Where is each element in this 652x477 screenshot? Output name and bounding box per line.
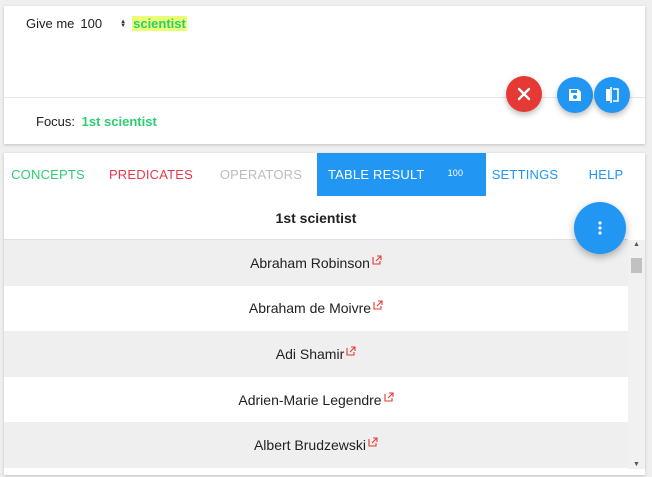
result-count-badge: 100 <box>447 167 464 178</box>
table-row[interactable]: Abraham de Moivre <box>4 285 628 332</box>
focus-label: Focus: <box>36 114 76 129</box>
close-icon <box>517 87 531 101</box>
save-button[interactable] <box>557 77 593 113</box>
more-menu-button[interactable] <box>574 202 626 254</box>
external-link-icon[interactable] <box>373 300 383 310</box>
scroll-thumb[interactable] <box>631 258 642 273</box>
save-icon <box>569 89 581 101</box>
tab-operators[interactable]: OPERATORS <box>214 153 308 196</box>
query-panel: Give me 100 ▲ ▼ scientist Focus: 1st sci… <box>4 6 645 144</box>
tab-table-result-label: TABLE RESULT <box>328 167 425 182</box>
scrollbar[interactable]: ▲ ▼ <box>628 240 645 469</box>
external-link-icon[interactable] <box>384 392 394 402</box>
tab-help[interactable]: HELP <box>582 153 630 196</box>
focus-value[interactable]: 1st scientist <box>82 114 157 129</box>
external-link-icon[interactable] <box>372 255 382 265</box>
stepper-down-icon[interactable]: ▼ <box>120 23 128 29</box>
row-label[interactable]: Adi Shamir <box>276 346 344 362</box>
tab-bar: CONCEPTS PREDICATES OPERATORS TABLE RESU… <box>4 153 645 196</box>
tab-predicates[interactable]: PREDICATES <box>104 153 198 196</box>
table-row[interactable]: Adi Shamir <box>4 331 628 377</box>
concept-chip[interactable]: scientist <box>132 16 187 31</box>
table-row[interactable]: Adrien-Marie Legendre <box>4 376 628 423</box>
query-row: Give me 100 ▲ ▼ scientist <box>26 16 187 31</box>
row-label[interactable]: Adrien-Marie Legendre <box>238 392 381 408</box>
quantity-stepper[interactable]: ▲ ▼ <box>120 19 128 29</box>
more-vert-icon <box>598 221 602 235</box>
divider <box>4 97 645 98</box>
tab-table-result[interactable]: TABLE RESULT 100 <box>317 153 486 196</box>
column-header[interactable]: 1st scientist <box>4 196 628 240</box>
scroll-down-icon[interactable]: ▼ <box>633 461 640 468</box>
tab-concepts[interactable]: CONCEPTS <box>4 153 92 196</box>
table-row[interactable]: Abraham Robinson <box>4 240 628 286</box>
quantity-input[interactable]: 100 <box>80 16 102 31</box>
external-link-icon[interactable] <box>368 437 378 447</box>
external-link-icon[interactable] <box>346 346 356 356</box>
row-label[interactable]: Albert Brudzewski <box>254 437 366 453</box>
focus-row: Focus: 1st scientist <box>36 114 157 129</box>
clear-button[interactable] <box>506 76 542 112</box>
give-me-label: Give me <box>26 16 75 31</box>
compare-button[interactable] <box>594 77 630 113</box>
row-label[interactable]: Abraham de Moivre <box>249 300 371 316</box>
results-panel: CONCEPTS PREDICATES OPERATORS TABLE RESU… <box>4 153 645 475</box>
compare-icon <box>606 87 619 103</box>
tab-settings[interactable]: SETTINGS <box>489 153 561 196</box>
result-table: Abraham Robinson Abraham de Moivre Adi S… <box>4 240 628 468</box>
scroll-up-icon[interactable]: ▲ <box>633 241 640 248</box>
table-row[interactable]: Albert Brudzewski <box>4 422 628 468</box>
row-label[interactable]: Abraham Robinson <box>250 255 370 271</box>
